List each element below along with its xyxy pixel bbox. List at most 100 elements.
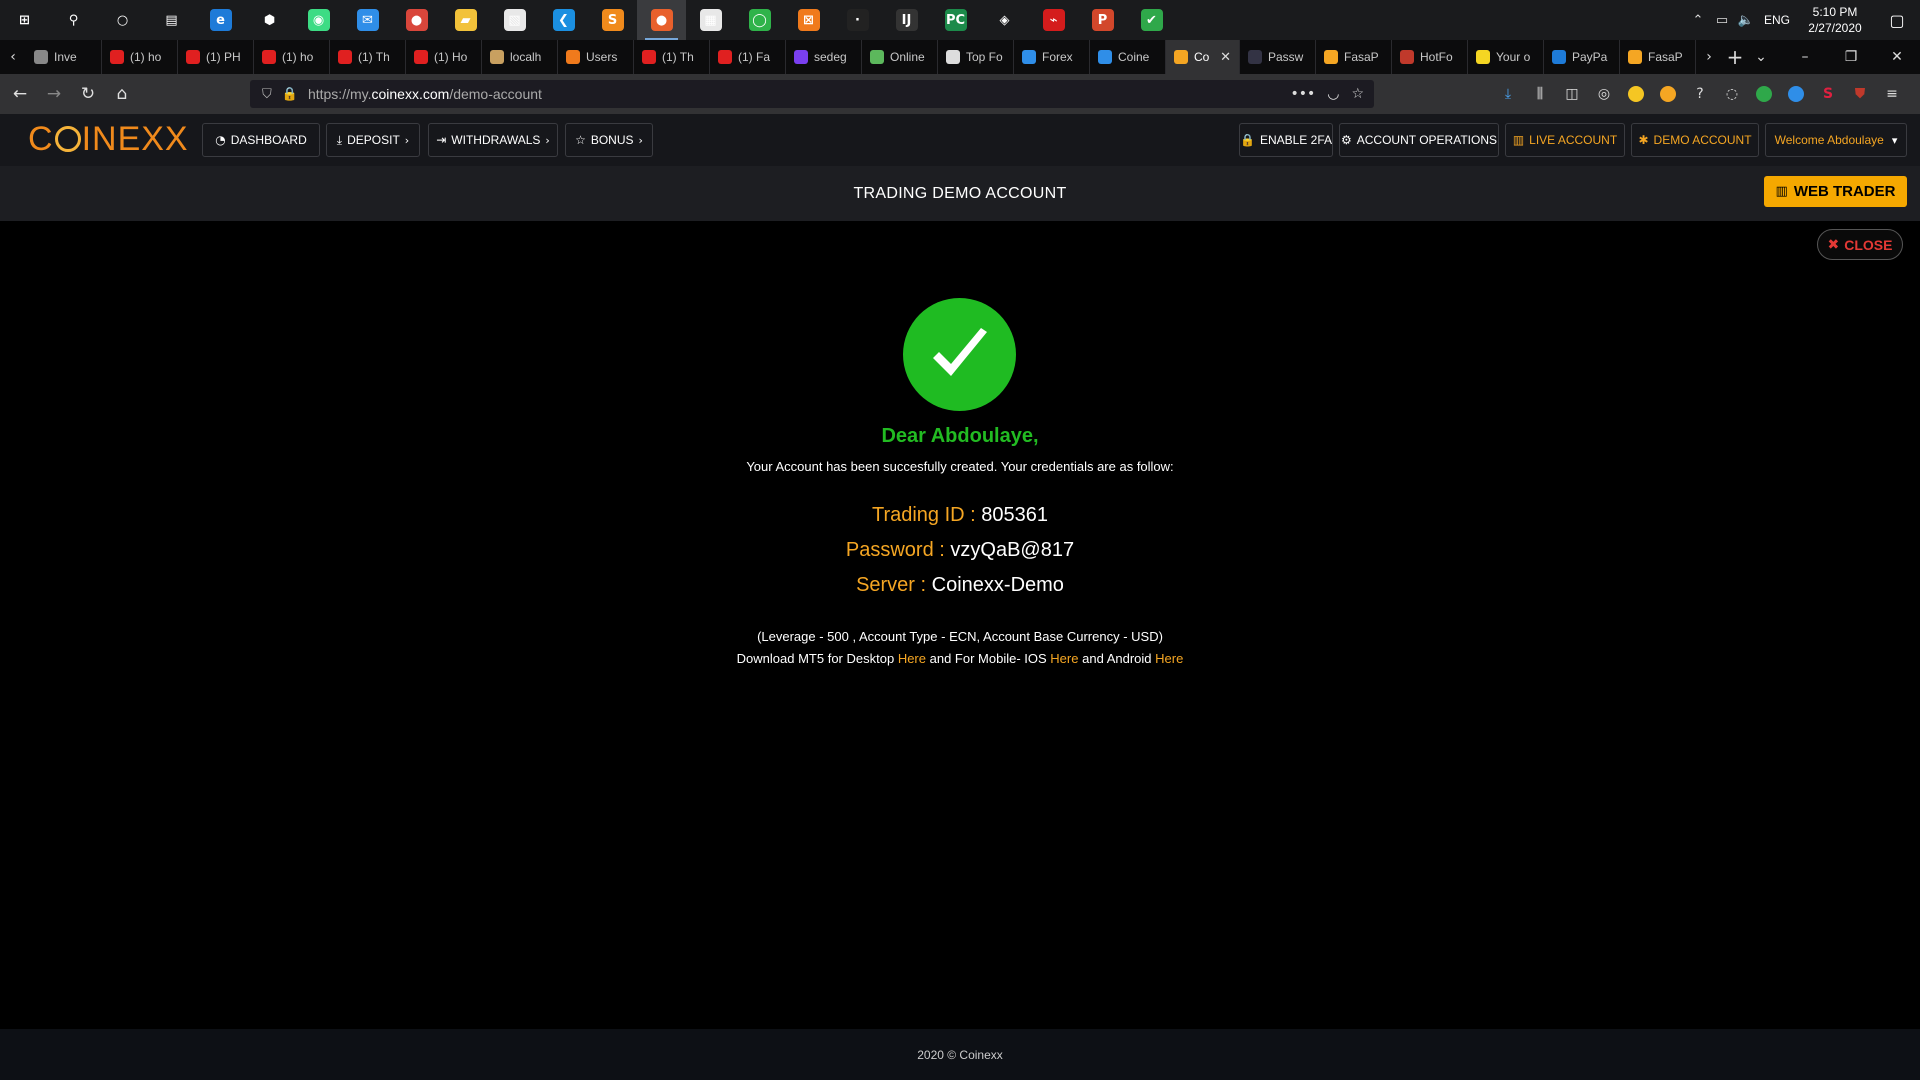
android-studio-icon[interactable]: ◉ bbox=[294, 0, 343, 40]
nav-dashboard-button[interactable]: ◔ DASHBOARD bbox=[202, 123, 320, 157]
browser-tab[interactable]: Co ✕ bbox=[1166, 40, 1240, 74]
task-view-icon[interactable]: ▤ bbox=[147, 0, 196, 40]
extension-gray-icon[interactable]: ◌ bbox=[1716, 86, 1748, 102]
close-button[interactable]: ✖ CLOSE bbox=[1817, 229, 1903, 260]
nav-bonus-button[interactable]: ☆ BONUS › bbox=[565, 123, 653, 157]
intellij-icon[interactable]: IJ bbox=[882, 0, 931, 40]
page-actions-icon[interactable]: ••• bbox=[1290, 86, 1315, 102]
acrobat-icon[interactable]: ⌁ bbox=[1029, 0, 1078, 40]
browser-tab[interactable]: Your o bbox=[1468, 40, 1544, 74]
cortana-icon[interactable]: ○ bbox=[98, 0, 147, 40]
browser-tab[interactable]: FasaP bbox=[1316, 40, 1392, 74]
sidebar-icon[interactable]: ◫ bbox=[1556, 86, 1588, 102]
circle-app-icon[interactable]: ◯ bbox=[735, 0, 784, 40]
file-explorer-icon[interactable]: ▰ bbox=[441, 0, 490, 40]
reload-icon[interactable]: ↻ bbox=[72, 78, 104, 110]
nav-account-operations-button[interactable]: ⚙ ACCOUNT OPERATIONS bbox=[1339, 123, 1499, 157]
url-text[interactable]: https://my.coinexx.com/demo-account bbox=[308, 86, 542, 102]
main-content: ✖ CLOSE Dear Abdoulaye, Your Account has… bbox=[0, 221, 1920, 1029]
browser-tab[interactable]: (1) Th bbox=[634, 40, 710, 74]
padlock-icon[interactable]: 🔒 bbox=[282, 87, 298, 102]
start-icon[interactable]: ⊞ bbox=[0, 0, 49, 40]
vscode-icon[interactable]: ❮ bbox=[539, 0, 588, 40]
browser-tab[interactable]: Coine bbox=[1090, 40, 1166, 74]
browser-tab[interactable]: (1) ho bbox=[102, 40, 178, 74]
firefox-icon[interactable]: ● bbox=[637, 0, 686, 40]
browser-tab[interactable]: (1) Th bbox=[330, 40, 406, 74]
new-tab-icon[interactable]: + bbox=[1722, 40, 1748, 74]
sublime-icon[interactable]: S bbox=[588, 0, 637, 40]
browser-tab[interactable]: HotFo bbox=[1392, 40, 1468, 74]
battery-icon[interactable]: ▭ bbox=[1710, 13, 1734, 28]
browser-tab[interactable]: localh bbox=[482, 40, 558, 74]
powerpoint-icon[interactable]: P bbox=[1078, 0, 1127, 40]
extension-blue-icon[interactable] bbox=[1780, 86, 1812, 102]
tab-close-icon[interactable]: ✕ bbox=[1220, 50, 1231, 65]
list-tabs-icon[interactable]: ⌄ bbox=[1748, 40, 1774, 74]
scroll-tabs-right-icon[interactable]: › bbox=[1696, 40, 1722, 74]
clock[interactable]: 5:10 PM 2/27/2020 bbox=[1796, 4, 1874, 36]
coinexx-logo[interactable]: C INEXX bbox=[28, 120, 189, 159]
browser-tab[interactable]: Passw bbox=[1240, 40, 1316, 74]
extension-s-icon[interactable]: S bbox=[1812, 86, 1844, 102]
browser-tab[interactable]: (1) ho bbox=[254, 40, 330, 74]
mail-icon[interactable]: ✉ bbox=[343, 0, 392, 40]
browser-tab[interactable]: Inve bbox=[26, 40, 102, 74]
edge-icon[interactable]: e bbox=[196, 0, 245, 40]
forward-icon[interactable]: → bbox=[38, 78, 70, 110]
welcome-dropdown[interactable]: Welcome Abdoulaye ▾ bbox=[1765, 123, 1907, 157]
chevron-up-icon[interactable]: ⌃ bbox=[1686, 13, 1710, 28]
restore-icon[interactable]: ❐ bbox=[1828, 40, 1874, 74]
desktop-download-link[interactable]: Here bbox=[898, 651, 926, 666]
browser-tab[interactable]: FasaP bbox=[1620, 40, 1696, 74]
pocket-icon[interactable]: ◡ bbox=[1327, 86, 1339, 102]
ublock-icon[interactable]: ⛊ bbox=[1844, 86, 1876, 102]
store-icon[interactable]: ▦ bbox=[686, 0, 735, 40]
shield-icon[interactable]: ⛉ bbox=[262, 87, 272, 102]
xampp-icon[interactable]: ⊠ bbox=[784, 0, 833, 40]
home-icon[interactable]: ⌂ bbox=[106, 78, 138, 110]
virtualbox-icon[interactable]: ◈ bbox=[980, 0, 1029, 40]
help-icon[interactable]: ? bbox=[1684, 86, 1716, 102]
browser-tab[interactable]: (1) PH bbox=[178, 40, 254, 74]
nav-enable-2fa-button[interactable]: 🔒 ENABLE 2FA bbox=[1239, 123, 1333, 157]
notification-icon[interactable]: ▢ bbox=[1874, 11, 1920, 30]
window-close-icon[interactable]: ✕ bbox=[1874, 40, 1920, 74]
pycharm-icon[interactable]: PC bbox=[931, 0, 980, 40]
extension-orange-icon[interactable] bbox=[1652, 86, 1684, 102]
account-icon[interactable]: ◎ bbox=[1588, 86, 1620, 102]
nav-withdrawals-button[interactable]: ⇥ WITHDRAWALS › bbox=[428, 123, 558, 157]
browser-tab[interactable]: (1) Ho bbox=[406, 40, 482, 74]
minimize-icon[interactable]: – bbox=[1782, 40, 1828, 74]
extension-green-icon[interactable] bbox=[1748, 86, 1780, 102]
library-icon[interactable]: ⫼ bbox=[1524, 86, 1556, 102]
downloads-icon[interactable]: ⤓ bbox=[1492, 86, 1524, 102]
web-trader-button[interactable]: ▥ WEB TRADER bbox=[1764, 176, 1907, 207]
browser-tab[interactable]: Users bbox=[558, 40, 634, 74]
nav-live-account-button[interactable]: ▥ LIVE ACCOUNT bbox=[1505, 123, 1625, 157]
bookmark-star-icon[interactable]: ☆ bbox=[1351, 86, 1364, 102]
back-icon[interactable]: ← bbox=[4, 78, 36, 110]
language-indicator[interactable]: ENG bbox=[1758, 13, 1796, 27]
browser-tab[interactable]: Top Fo bbox=[938, 40, 1014, 74]
nav-deposit-button[interactable]: ⤓ DEPOSIT › bbox=[326, 123, 420, 157]
search-icon[interactable]: ⚲ bbox=[49, 0, 98, 40]
url-bar[interactable]: ⛉ 🔒 https://my.coinexx.com/demo-account … bbox=[250, 80, 1374, 108]
browser-tab[interactable]: PayPa bbox=[1544, 40, 1620, 74]
browser-tab[interactable]: Online bbox=[862, 40, 938, 74]
browser-tab[interactable]: (1) Fa bbox=[710, 40, 786, 74]
menu-icon[interactable]: ≡ bbox=[1876, 86, 1908, 102]
extension-yellow-icon[interactable] bbox=[1620, 86, 1652, 102]
browser-tab[interactable]: sedeg bbox=[786, 40, 862, 74]
android-download-link[interactable]: Here bbox=[1155, 651, 1183, 666]
document-app-icon[interactable]: ▧ bbox=[490, 0, 539, 40]
checkmark-app-icon[interactable]: ✔ bbox=[1127, 0, 1176, 40]
browser-tab[interactable]: Forex bbox=[1014, 40, 1090, 74]
nav-demo-account-button[interactable]: ✱ DEMO ACCOUNT bbox=[1631, 123, 1759, 157]
chrome-icon[interactable]: ● bbox=[392, 0, 441, 40]
volume-icon[interactable]: 🔈 bbox=[1734, 13, 1758, 28]
hexagon-app-icon[interactable]: ⬢ bbox=[245, 0, 294, 40]
scroll-tabs-left-icon[interactable]: ‹ bbox=[0, 40, 26, 74]
terminal-icon[interactable]: · bbox=[833, 0, 882, 40]
ios-download-link[interactable]: Here bbox=[1050, 651, 1078, 666]
